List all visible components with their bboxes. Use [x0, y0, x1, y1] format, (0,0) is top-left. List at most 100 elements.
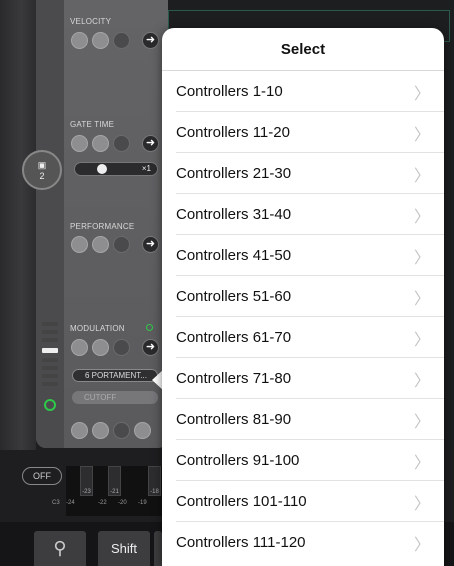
shift-button[interactable]: Shift	[98, 531, 150, 566]
save-slot-number: 2	[39, 170, 45, 181]
modulation-buttons	[71, 339, 130, 356]
list-item[interactable]: Controllers 101-110 〉	[162, 481, 444, 522]
mod-param-selector[interactable]: CUTOFF	[72, 391, 158, 404]
level-meter-active[interactable]	[42, 348, 58, 353]
list-item-label: Controllers 41-50	[176, 247, 292, 264]
list-item-label: Controllers 11-20	[176, 124, 290, 141]
list-item[interactable]: Controllers 61-70 〉	[162, 317, 444, 358]
chevron-right-icon: 〉	[413, 454, 430, 472]
controller-list: Controllers 1-10 〉 Controllers 11-20 〉 Con…	[162, 71, 444, 563]
key[interactable]: -18	[148, 466, 161, 496]
velocity-button-3[interactable]	[113, 32, 130, 49]
modulation-button-1[interactable]	[71, 339, 88, 356]
performance-arrow-icon[interactable]: ➜	[142, 236, 159, 253]
performance-buttons	[71, 236, 130, 253]
modulation-button-3[interactable]	[113, 339, 130, 356]
gate-button-2[interactable]	[92, 135, 109, 152]
off-toggle[interactable]: OFF	[22, 467, 62, 485]
modulation-button-2[interactable]	[92, 339, 109, 356]
list-item-label: Controllers 91-100	[176, 452, 300, 469]
toolbar-button-partial[interactable]	[154, 531, 162, 566]
chevron-right-icon: 〉	[413, 249, 430, 267]
popover-title: Select	[162, 28, 444, 71]
performance-button-1[interactable]	[71, 236, 88, 253]
gate-multiplier: ×1	[141, 164, 151, 173]
list-item-label: Controllers 51-60	[176, 288, 292, 305]
chevron-right-icon: 〉	[413, 331, 430, 349]
chevron-right-icon: 〉	[413, 167, 430, 185]
modulation-status-icon	[146, 324, 153, 331]
list-item-label: Controllers 61-70	[176, 329, 292, 346]
level-meter-bar	[42, 374, 58, 378]
list-item-label: Controllers 101-110	[176, 493, 307, 510]
search-icon: ⚲	[53, 538, 67, 558]
performance-button-3[interactable]	[113, 236, 130, 253]
list-item[interactable]: Controllers 21-30 〉	[162, 153, 444, 194]
key-label: -24	[66, 500, 75, 506]
list-item-label: Controllers 1-10	[176, 83, 283, 100]
key-label: -19	[138, 500, 147, 506]
gate-arrow-icon[interactable]: ➜	[142, 135, 159, 152]
velocity-buttons	[71, 32, 130, 49]
panel-bottom-button-3[interactable]	[113, 422, 130, 439]
list-item[interactable]: Controllers 111-120 〉	[162, 522, 444, 563]
level-meter-bar	[42, 338, 58, 342]
level-meter-bar	[42, 322, 58, 326]
gate-time-label: GATE TIME	[70, 120, 115, 129]
list-item[interactable]: Controllers 71-80 〉	[162, 358, 444, 399]
velocity-label: VELOCITY	[70, 17, 112, 26]
save-button[interactable]: ▣ 2	[22, 150, 62, 190]
panel-bottom-button-2[interactable]	[92, 422, 109, 439]
key[interactable]: -23	[80, 466, 93, 496]
select-popover: Select Controllers 1-10 〉 Controllers 11-…	[162, 28, 444, 566]
slider-knob[interactable]	[97, 164, 107, 174]
velocity-button-2[interactable]	[92, 32, 109, 49]
list-item-label: Controllers 81-90	[176, 411, 292, 428]
chevron-right-icon: 〉	[413, 208, 430, 226]
left-rail	[0, 0, 36, 450]
level-meter-bar	[42, 330, 58, 334]
performance-button-2[interactable]	[92, 236, 109, 253]
chevron-right-icon: 〉	[413, 290, 430, 308]
list-item[interactable]: Controllers 81-90 〉	[162, 399, 444, 440]
chevron-right-icon: 〉	[413, 495, 430, 513]
velocity-button-1[interactable]	[71, 32, 88, 49]
chevron-right-icon: 〉	[413, 536, 430, 554]
key-label: C3	[52, 500, 60, 506]
list-item-label: Controllers 21-30	[176, 165, 292, 182]
gate-time-slider[interactable]: ×1	[74, 162, 158, 176]
list-item[interactable]: Controllers 1-10 〉	[162, 71, 444, 112]
gate-button-1[interactable]	[71, 135, 88, 152]
chevron-right-icon: 〉	[413, 85, 430, 103]
mini-keyboard[interactable]: -23 -21 -18	[66, 466, 166, 516]
chevron-right-icon: 〉	[413, 126, 430, 144]
level-meter-bar	[42, 382, 58, 386]
save-icon: ▣	[37, 159, 47, 170]
list-item[interactable]: Controllers 51-60 〉	[162, 276, 444, 317]
list-item[interactable]: Controllers 31-40 〉	[162, 194, 444, 235]
list-item[interactable]: Controllers 41-50 〉	[162, 235, 444, 276]
chevron-right-icon: 〉	[413, 413, 430, 431]
mod-target-selector[interactable]: 6 PORTAMENT...	[72, 369, 158, 382]
list-item-label: Controllers 31-40	[176, 206, 292, 223]
gate-time-buttons	[71, 135, 130, 152]
list-item-label: Controllers 111-120	[176, 534, 306, 551]
key[interactable]: -21	[108, 466, 121, 496]
level-meter-bar	[42, 358, 58, 362]
key-label: -22	[98, 500, 107, 506]
search-button[interactable]: ⚲	[34, 531, 86, 566]
velocity-arrow-icon[interactable]: ➜	[142, 32, 159, 49]
list-item[interactable]: Controllers 91-100 〉	[162, 440, 444, 481]
panel-bottom-buttons	[71, 422, 151, 439]
gate-button-3[interactable]	[113, 135, 130, 152]
list-item-label: Controllers 71-80	[176, 370, 292, 387]
panel-bottom-button-4[interactable]	[134, 422, 151, 439]
chevron-right-icon: 〉	[413, 372, 430, 390]
performance-label: PERFORMANCE	[70, 222, 135, 231]
modulation-arrow-icon[interactable]: ➜	[142, 339, 159, 356]
list-item[interactable]: Controllers 11-20 〉	[162, 112, 444, 153]
power-icon[interactable]	[44, 399, 56, 411]
panel-bottom-button-1[interactable]	[71, 422, 88, 439]
key-label: -20	[118, 500, 127, 506]
level-meter-bar	[42, 366, 58, 370]
